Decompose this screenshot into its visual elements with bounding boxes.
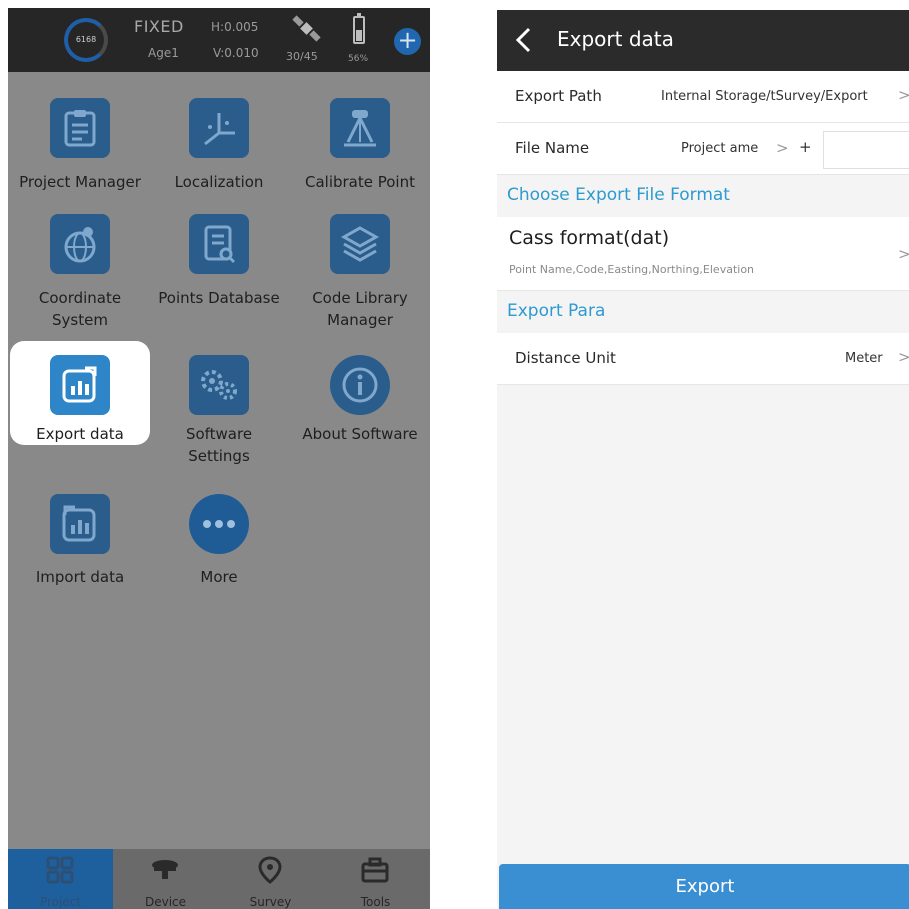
tile-label: Coordinate System bbox=[38, 289, 122, 329]
tile-more[interactable]: More bbox=[149, 482, 289, 592]
distance-unit-row[interactable]: Distance Unit Meter > bbox=[497, 333, 909, 385]
file-name-row[interactable]: File Name Project ame > + bbox=[497, 123, 909, 175]
tile-label: Software Settings bbox=[185, 425, 253, 465]
section-export-format: Choose Export File Format bbox=[507, 185, 730, 205]
tile-import-data[interactable]: Import data bbox=[10, 482, 150, 592]
tile-coordinate-system[interactable]: Coordinate System bbox=[10, 202, 150, 332]
tile-label: Localization bbox=[174, 173, 264, 191]
tile-software-settings[interactable]: Software Settings bbox=[149, 341, 289, 471]
format-fields: Point Name,Code,Easting,Northing,Elevati… bbox=[509, 263, 755, 276]
distance-unit-label: Distance Unit bbox=[515, 349, 616, 367]
tile-about-software[interactable]: About Software bbox=[290, 341, 430, 451]
chevron-right-icon: > bbox=[776, 139, 789, 157]
fix-status: FIXED bbox=[134, 17, 184, 36]
import-chart-icon bbox=[50, 494, 110, 554]
nav-label: Tools bbox=[360, 895, 391, 909]
nav-survey[interactable]: Survey bbox=[218, 849, 323, 909]
document-search-icon bbox=[189, 214, 249, 274]
ring-value: 6168 bbox=[75, 35, 97, 44]
export-data-screen: Export data Export Path Internal Storage… bbox=[497, 10, 909, 909]
nav-label: Survey bbox=[249, 895, 292, 909]
format-title: Cass format(dat) bbox=[509, 227, 670, 249]
nav-label: Project bbox=[39, 895, 82, 909]
tile-label: Import data bbox=[35, 568, 125, 586]
tile-label: Project Manager bbox=[19, 173, 141, 191]
receiver-icon bbox=[152, 860, 178, 879]
nav-device[interactable]: Device bbox=[113, 849, 218, 909]
export-chart-icon bbox=[50, 355, 110, 415]
age-value: Age1 bbox=[148, 46, 179, 60]
grid-icon bbox=[46, 856, 74, 884]
tile-code-library-manager[interactable]: Code Library Manager bbox=[290, 202, 430, 332]
nav-tools[interactable]: Tools bbox=[323, 849, 428, 909]
v-precision: V:0.010 bbox=[213, 46, 259, 60]
add-button[interactable]: + bbox=[394, 28, 421, 55]
chevron-right-icon: > bbox=[898, 86, 909, 104]
export-path-row[interactable]: Export Path Internal Storage/tSurvey/Exp… bbox=[497, 71, 909, 123]
tile-label: Calibrate Point bbox=[304, 173, 415, 191]
axes-icon bbox=[189, 98, 249, 158]
chevron-right-icon: > bbox=[898, 348, 909, 366]
file-name-label: File Name bbox=[515, 139, 590, 157]
more-dots-icon bbox=[189, 494, 249, 554]
page-title: Export data bbox=[557, 27, 674, 51]
battery-level: 56% bbox=[348, 54, 369, 64]
satellite-icon bbox=[292, 15, 321, 42]
format-row[interactable]: Cass format(dat) Point Name,Code,Easting… bbox=[497, 217, 909, 291]
tile-label: Points Database bbox=[158, 289, 280, 307]
gears-icon bbox=[189, 355, 249, 415]
tile-calibrate-point[interactable]: Calibrate Point bbox=[290, 86, 430, 196]
section-export-para: Export Para bbox=[507, 301, 606, 321]
layers-icon bbox=[330, 214, 390, 274]
toolbox-icon bbox=[361, 857, 389, 883]
tile-label: Export data bbox=[36, 425, 124, 443]
home-screen: 6168 FIXED Age1 H:0.005 V:0.010 30/45 56… bbox=[8, 8, 430, 909]
status-bar: 6168 FIXED Age1 H:0.005 V:0.010 30/45 56… bbox=[8, 8, 430, 72]
nav-project[interactable]: Project bbox=[8, 849, 113, 909]
distance-unit-value: Meter bbox=[845, 351, 883, 366]
clipboard-icon bbox=[50, 98, 110, 158]
tile-label: More bbox=[200, 568, 238, 586]
nav-label: Device bbox=[144, 895, 187, 909]
progress-ring: 6168 bbox=[64, 18, 108, 62]
tile-project-manager[interactable]: Project Manager bbox=[10, 86, 150, 196]
file-suffix-input[interactable] bbox=[823, 131, 909, 169]
chevron-right-icon: > bbox=[898, 245, 909, 263]
globe-icon bbox=[50, 214, 110, 274]
tile-label: About Software bbox=[302, 425, 418, 443]
export-path-label: Export Path bbox=[515, 87, 602, 105]
bottom-nav: Project Device Survey Tools bbox=[8, 849, 430, 909]
h-precision: H:0.005 bbox=[211, 20, 259, 34]
add-suffix-button[interactable]: + bbox=[799, 138, 812, 156]
tile-label: Code Library Manager bbox=[312, 289, 408, 329]
tripod-icon bbox=[330, 98, 390, 158]
battery-icon bbox=[353, 13, 365, 44]
header-bar: Export data bbox=[497, 10, 909, 71]
export-path-value: Internal Storage/tSurvey/Export bbox=[661, 89, 868, 104]
location-pin-icon bbox=[258, 856, 282, 884]
tile-points-database[interactable]: Points Database bbox=[149, 202, 289, 332]
satellite-count: 30/45 bbox=[286, 50, 318, 63]
export-button[interactable]: Export bbox=[499, 864, 909, 909]
info-icon bbox=[330, 355, 390, 415]
back-arrow-icon[interactable] bbox=[513, 26, 533, 54]
file-name-value: Project ame bbox=[681, 141, 759, 156]
tile-localization[interactable]: Localization bbox=[149, 86, 289, 196]
tile-export-data[interactable]: Export data bbox=[10, 341, 150, 445]
